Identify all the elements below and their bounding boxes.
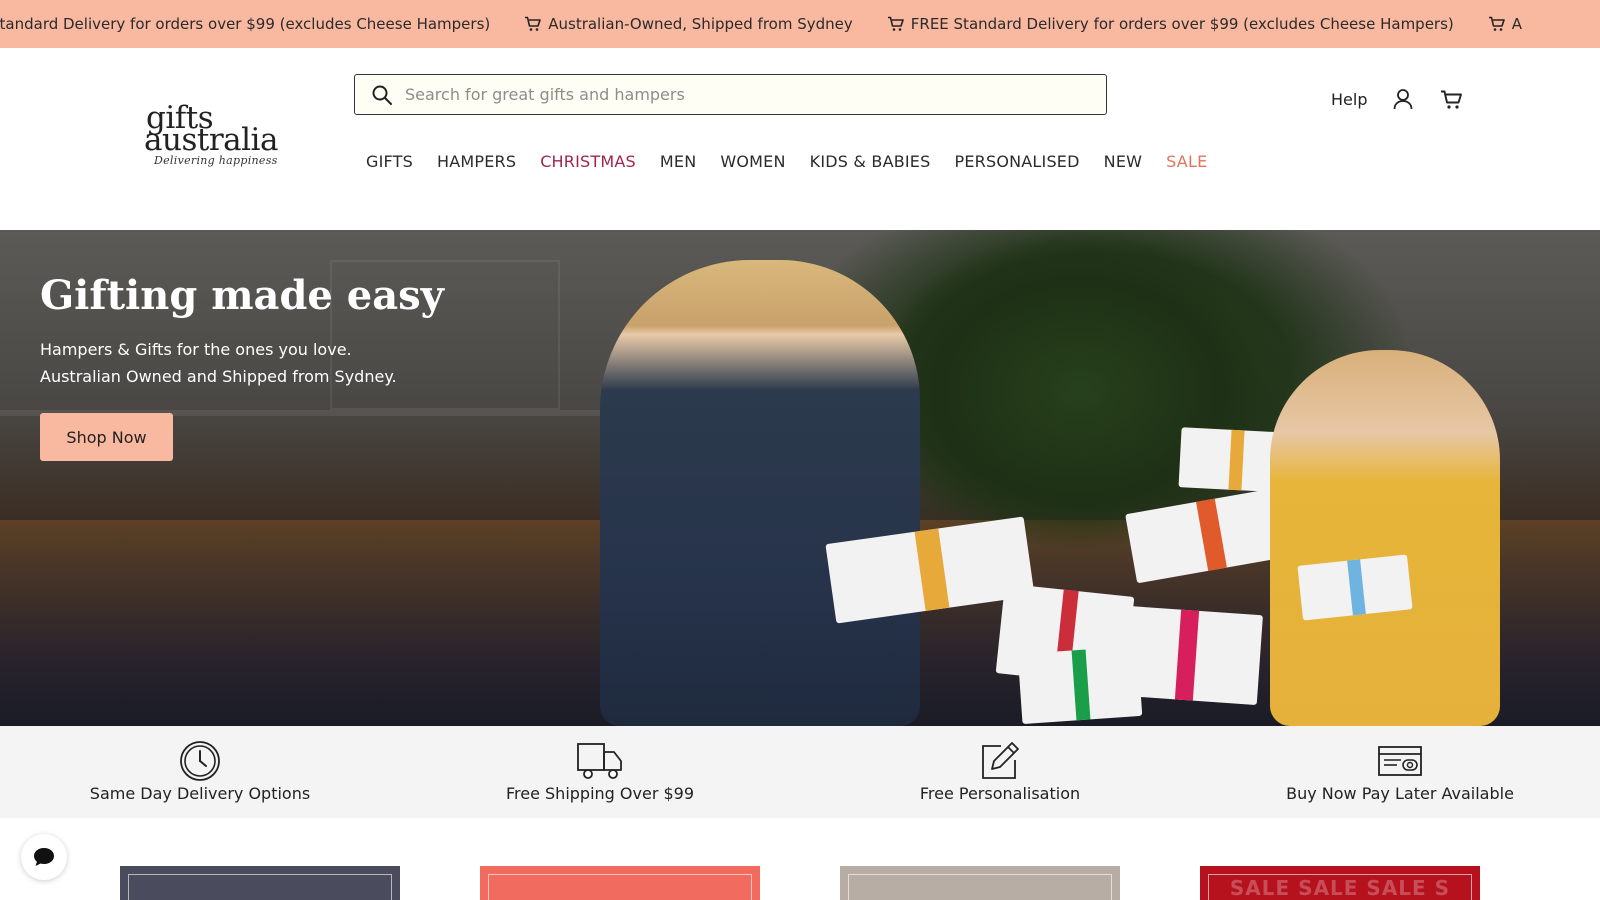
help-link[interactable]: Help	[1331, 90, 1367, 109]
nav-item-hampers[interactable]: HAMPERS	[437, 152, 516, 171]
chat-button[interactable]	[21, 834, 67, 880]
announcement-track: Standard Delivery for orders over $99 (e…	[0, 0, 1556, 48]
card-frame	[1208, 874, 1472, 900]
search-input[interactable]	[405, 85, 1045, 104]
cart-icon	[887, 16, 904, 31]
usp-label: Same Day Delivery Options	[89, 784, 311, 803]
usp-item-pay-later: Buy Now Pay Later Available	[1200, 726, 1600, 818]
announcement-item: Standard Delivery for orders over $99 (e…	[0, 15, 490, 33]
announcement-item: Australian-Owned, Shipped from Sydney	[524, 15, 853, 33]
nav-item-women[interactable]: WOMEN	[720, 152, 785, 171]
announcement-text: Standard Delivery for orders over $99 (e…	[0, 15, 491, 33]
nav-item-kids-babies[interactable]: KIDS & BABIES	[810, 152, 931, 171]
card-frame	[848, 874, 1112, 900]
gift-box-image	[1017, 645, 1143, 725]
announcement-text: FREE Standard Delivery for orders over $…	[910, 15, 1454, 33]
search-bar[interactable]	[354, 74, 1107, 115]
logo-line-australia: australia	[144, 122, 278, 158]
category-card[interactable]	[120, 866, 400, 900]
category-card[interactable]	[840, 866, 1120, 900]
search-icon[interactable]	[371, 84, 393, 106]
main-nav: GIFTS HAMPERS CHRISTMAS MEN WOMEN KIDS &…	[366, 152, 1231, 171]
hero-subtitle-line: Australian Owned and Shipped from Sydney…	[40, 367, 397, 386]
hero-title: Gifting made easy	[40, 272, 444, 319]
pencil-icon	[982, 742, 1019, 779]
gift-box-image	[1297, 554, 1413, 621]
nav-item-christmas[interactable]: CHRISTMAS	[540, 152, 636, 171]
category-card-sale[interactable]: SALE SALE SALE S	[1200, 866, 1480, 900]
usp-item-same-day: Same Day Delivery Options	[0, 726, 400, 818]
nav-item-new[interactable]: NEW	[1104, 152, 1143, 171]
nav-item-gifts[interactable]: GIFTS	[366, 152, 413, 171]
cart-icon	[1488, 16, 1505, 31]
nav-item-sale[interactable]: SALE	[1166, 152, 1207, 171]
girl-image	[1270, 350, 1500, 726]
truck-icon	[577, 743, 622, 779]
clock-icon	[180, 741, 220, 781]
woman-image	[600, 260, 920, 726]
announcement-item: A	[1488, 15, 1522, 33]
announcement-text: A	[1511, 15, 1523, 33]
payment-card-icon	[1378, 746, 1422, 776]
usp-label: Buy Now Pay Later Available	[1286, 784, 1514, 803]
hero-banner: Gifting made easy Hampers & Gifts for th…	[0, 230, 1600, 726]
logo-tagline: Delivering happiness	[154, 154, 278, 167]
hero-subtitle-line: Hampers & Gifts for the ones you love.	[40, 340, 352, 359]
card-frame	[128, 874, 392, 900]
cart-icon	[525, 16, 542, 31]
category-card[interactable]	[480, 866, 760, 900]
nav-item-personalised[interactable]: PERSONALISED	[954, 152, 1079, 171]
usp-label: Free Personalisation	[919, 784, 1081, 803]
cart-icon[interactable]	[1440, 90, 1464, 110]
usp-bar: Same Day Delivery Options Free Shipping …	[0, 726, 1600, 818]
chat-bubble-icon	[34, 848, 54, 866]
hero-subtitle: Hampers & Gifts for the ones you love. A…	[40, 336, 397, 390]
usp-item-free-shipping: Free Shipping Over $99	[400, 726, 800, 818]
shop-now-button[interactable]: Shop Now	[40, 413, 173, 461]
site-logo[interactable]: gifts australia Delivering happiness	[144, 100, 294, 180]
usp-item-personalisation: Free Personalisation	[800, 726, 1200, 818]
announcement-item: FREE Standard Delivery for orders over $…	[887, 15, 1454, 33]
account-icon[interactable]	[1393, 88, 1413, 110]
nav-item-men[interactable]: MEN	[660, 152, 696, 171]
announcement-text: Australian-Owned, Shipped from Sydney	[548, 15, 853, 33]
card-frame	[488, 874, 752, 900]
site-header: gifts australia Delivering happiness Hel…	[0, 48, 1600, 230]
announcement-bar: Standard Delivery for orders over $99 (e…	[0, 0, 1600, 48]
usp-label: Free Shipping Over $99	[505, 784, 695, 803]
